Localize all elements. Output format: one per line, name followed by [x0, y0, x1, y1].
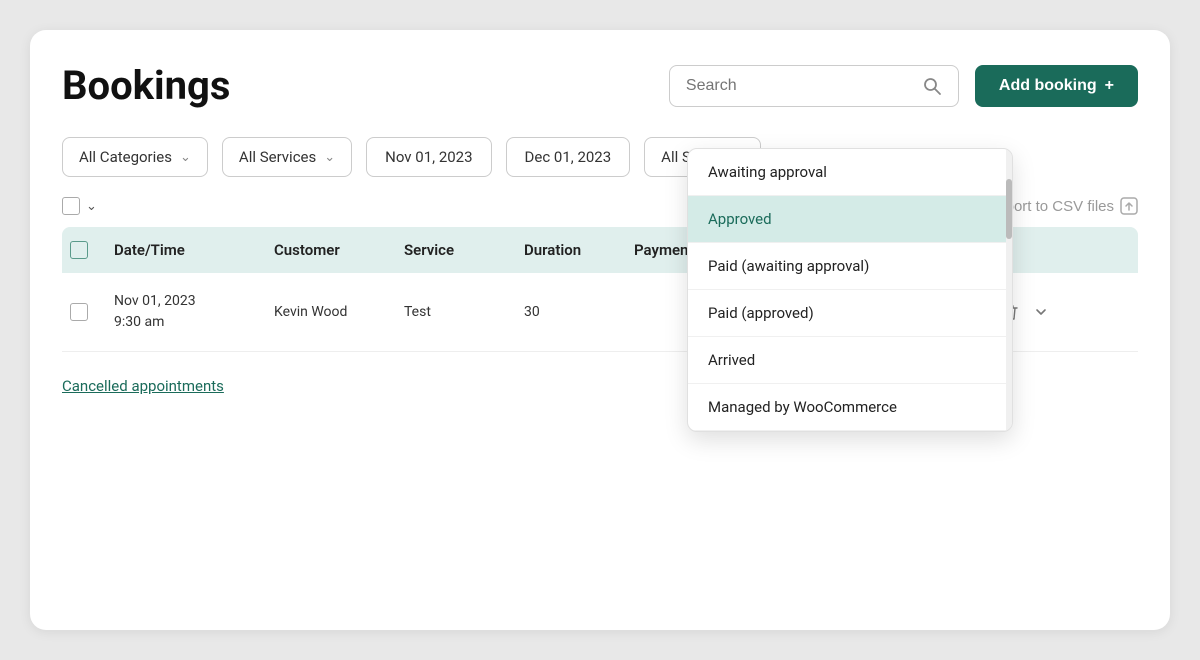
row-checkbox[interactable] — [70, 303, 88, 321]
col-datetime: Date/Time — [114, 241, 274, 259]
header-checkbox[interactable] — [70, 241, 88, 259]
header-right: Add booking + — [669, 65, 1138, 107]
expand-row-icon[interactable] — [1031, 302, 1051, 322]
dropdown-scrollbar-thumb — [1006, 179, 1012, 239]
row-service: Test — [404, 304, 524, 320]
dropdown-option-arrived[interactable]: Arrived — [688, 337, 1012, 384]
dropdown-option-awaiting[interactable]: Awaiting approval — [688, 149, 1012, 196]
search-icon — [922, 76, 942, 96]
main-card: Bookings Add booking + All Categories ⌄ … — [30, 30, 1170, 630]
status-dropdown-menu: Awaiting approval Approved Paid (awaitin… — [687, 148, 1013, 432]
services-filter[interactable]: All Services ⌄ — [222, 137, 352, 177]
add-icon: + — [1105, 77, 1114, 95]
page-title: Bookings — [62, 62, 230, 109]
col-customer: Customer — [274, 241, 404, 259]
categories-filter[interactable]: All Categories ⌄ — [62, 137, 208, 177]
select-all-group[interactable]: ⌄ — [62, 197, 97, 215]
categories-chevron-icon: ⌄ — [180, 150, 191, 165]
services-label: All Services — [239, 148, 316, 166]
search-input[interactable] — [686, 77, 914, 95]
col-duration: Duration — [524, 241, 634, 259]
dropdown-option-paid-awaiting[interactable]: Paid (awaiting approval) — [688, 243, 1012, 290]
date-to-filter[interactable]: Dec 01, 2023 — [506, 137, 631, 177]
date-from-filter[interactable]: Nov 01, 2023 — [366, 137, 491, 177]
dropdown-option-approved[interactable]: Approved — [688, 196, 1012, 243]
add-booking-label: Add booking — [999, 77, 1097, 95]
dropdown-scrollbar — [1006, 149, 1012, 431]
dropdown-option-woocommerce[interactable]: Managed by WooCommerce — [688, 384, 1012, 431]
header: Bookings Add booking + — [62, 62, 1138, 109]
header-checkbox-col — [70, 241, 114, 259]
col-service: Service — [404, 241, 524, 259]
row-customer: Kevin Wood — [274, 304, 404, 320]
row-duration: 30 — [524, 304, 634, 320]
cancelled-appointments-link[interactable]: Cancelled appointments — [62, 377, 224, 395]
select-all-chevron-icon[interactable]: ⌄ — [86, 199, 97, 214]
search-box[interactable] — [669, 65, 959, 107]
select-all-checkbox[interactable] — [62, 197, 80, 215]
services-chevron-icon: ⌄ — [324, 150, 335, 165]
dropdown-option-paid-approved[interactable]: Paid (approved) — [688, 290, 1012, 337]
add-booking-button[interactable]: Add booking + — [975, 65, 1138, 107]
row-checkbox-col — [70, 303, 114, 321]
date-from-value: Nov 01, 2023 — [385, 148, 472, 166]
date-to-value: Dec 01, 2023 — [525, 148, 612, 166]
export-icon — [1120, 197, 1138, 215]
categories-label: All Categories — [79, 148, 172, 166]
row-datetime: Nov 01, 20239:30 am — [114, 291, 274, 333]
